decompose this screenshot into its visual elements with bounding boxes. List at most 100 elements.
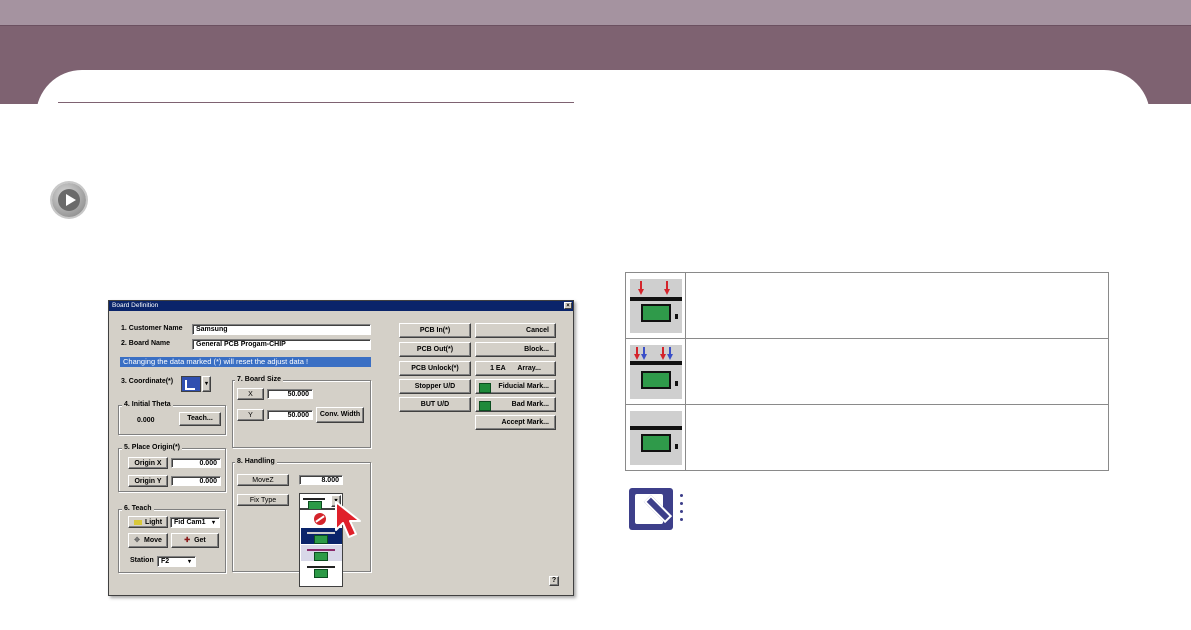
origin-x-label: Origin X (128, 457, 168, 469)
move-cross-icon: ✥ (134, 537, 140, 544)
array-count: 1 EA (490, 365, 506, 372)
option-pin-bar-icon (307, 549, 335, 551)
block-button[interactable]: Block... (475, 342, 556, 357)
fiducial-board-icon (479, 383, 491, 393)
stopper-ud-button[interactable]: Stopper U/D (399, 379, 471, 394)
down-arrow-icon (660, 354, 666, 360)
customer-name-field[interactable]: Samsung (192, 324, 371, 335)
fix-type-table (625, 272, 1109, 471)
origin-x-field[interactable]: 0.000 (171, 458, 221, 468)
coordinate-selector[interactable] (181, 376, 201, 392)
coordinate-dropdown-arrow[interactable]: ▾ (202, 376, 211, 392)
clamp-bar (630, 361, 682, 365)
bad-mark-board-icon (479, 401, 491, 411)
down-arrow-blue-icon (641, 354, 647, 360)
stopper-icon (675, 381, 678, 386)
fiducial-mark-button[interactable]: Fiducial Mark... (475, 379, 556, 394)
note-dot (680, 502, 683, 505)
down-arrow-icon (638, 289, 644, 295)
station-value: F2 (161, 558, 170, 565)
pcb-board-icon (641, 304, 671, 322)
initial-theta-value: 0.000 (137, 417, 155, 424)
stopper-icon (675, 444, 678, 449)
board-name-field[interactable]: General PCB Progam-CHIP (192, 339, 371, 350)
y-label: Y (237, 409, 264, 421)
x-label: X (237, 388, 264, 400)
accept-mark-button[interactable]: Accept Mark... (475, 415, 556, 430)
light-button[interactable]: Light (128, 516, 168, 528)
array-label: Array... (517, 365, 541, 372)
board-name-label: 2. Board Name (121, 340, 171, 347)
move-label: Move (143, 537, 162, 544)
fix-type-label: Fix Type (237, 494, 289, 506)
table-row (626, 339, 1108, 405)
board-definition-dialog: Board Definition × 1. Customer Name Sams… (108, 300, 574, 596)
fix-type-option-pins[interactable] (301, 545, 342, 561)
clamp-bar (630, 297, 682, 301)
board-width-field[interactable]: 50.000 (267, 389, 313, 399)
station-label: Station (130, 557, 154, 564)
get-button[interactable]: ✚ Get (171, 533, 219, 548)
teach-group-label: 6. Teach (122, 505, 154, 513)
red-arrow-cursor-icon (335, 501, 361, 538)
station-dropdown-arrow[interactable]: ▾ (188, 558, 191, 565)
down-arrow-stem (640, 281, 642, 289)
dialog-title: Board Definition (112, 302, 159, 309)
get-label: Get (194, 537, 206, 544)
close-icon[interactable]: × (564, 302, 572, 309)
reset-warning-banner: Changing the data marked (*) will reset … (120, 357, 371, 367)
customer-name-label: 1. Customer Name (121, 325, 183, 332)
bad-mark-label: Bad Mark... (511, 401, 549, 408)
light-bulb-icon (133, 519, 142, 525)
conv-width-button[interactable]: Conv. Width (316, 407, 364, 423)
move-button[interactable]: ✥ Move (128, 533, 168, 548)
header-band-top (0, 0, 1191, 26)
pcb-in-button[interactable]: PCB In(*) (399, 323, 471, 338)
section-rule (58, 102, 574, 103)
movez-field[interactable]: 8.000 (299, 475, 343, 485)
header-divider (0, 25, 1191, 26)
down-arrow-icon (634, 354, 640, 360)
note-dot (680, 510, 683, 513)
place-origin-label: 5. Place Origin(*) (122, 444, 183, 452)
pcb-board-icon (641, 434, 671, 452)
get-tool-icon: ✚ (184, 537, 191, 544)
help-icon[interactable]: ? (549, 576, 559, 586)
option-bar-icon (307, 532, 335, 534)
board-size-label: 7. Board Size (235, 376, 283, 384)
movez-label: MoveZ (237, 474, 289, 486)
camera-value: Fid Cam1 (174, 519, 206, 526)
handling-label: 8. Handling (235, 458, 277, 466)
option-pcb-icon (314, 569, 328, 578)
table-row (626, 405, 1108, 470)
down-arrow-icon (664, 289, 670, 295)
note-dot (680, 518, 683, 521)
bad-mark-button[interactable]: Bad Mark... (475, 397, 556, 412)
initial-theta-label: 4. Initial Theta (122, 401, 173, 409)
fix-type-bar-icon (303, 498, 325, 500)
teach-button[interactable]: Teach... (179, 412, 221, 426)
but-ud-button[interactable]: BUT U/D (399, 397, 471, 412)
down-arrow-blue-icon (667, 354, 673, 360)
origin-y-field[interactable]: 0.000 (171, 476, 221, 486)
coordinate-label: 3. Coordinate(*) (121, 378, 174, 385)
table-cell-icon (626, 339, 686, 404)
down-arrow-stem (666, 281, 668, 289)
pcb-out-button[interactable]: PCB Out(*) (399, 342, 471, 357)
cancel-button[interactable]: Cancel (475, 323, 556, 338)
dialog-titlebar: Board Definition (109, 301, 573, 311)
camera-dropdown-arrow[interactable]: ▾ (212, 519, 215, 526)
array-button[interactable]: 1 EA Array... (475, 361, 556, 376)
option-pcb-icon (314, 535, 328, 544)
fix-type-option-clamp[interactable] (301, 562, 342, 578)
light-label: Light (144, 519, 163, 526)
pcb-unlock-button[interactable]: PCB Unlock(*) (399, 361, 471, 376)
coordinate-axis-icon-x (185, 388, 195, 390)
pencil-note-icon (629, 488, 673, 530)
fiducial-mark-label: Fiducial Mark... (498, 383, 549, 390)
pcb-board-icon (641, 371, 671, 389)
board-height-field[interactable]: 50.000 (267, 410, 313, 420)
option-pcb-icon (314, 552, 328, 561)
table-cell-icon (626, 273, 686, 338)
note-dot (680, 494, 683, 497)
